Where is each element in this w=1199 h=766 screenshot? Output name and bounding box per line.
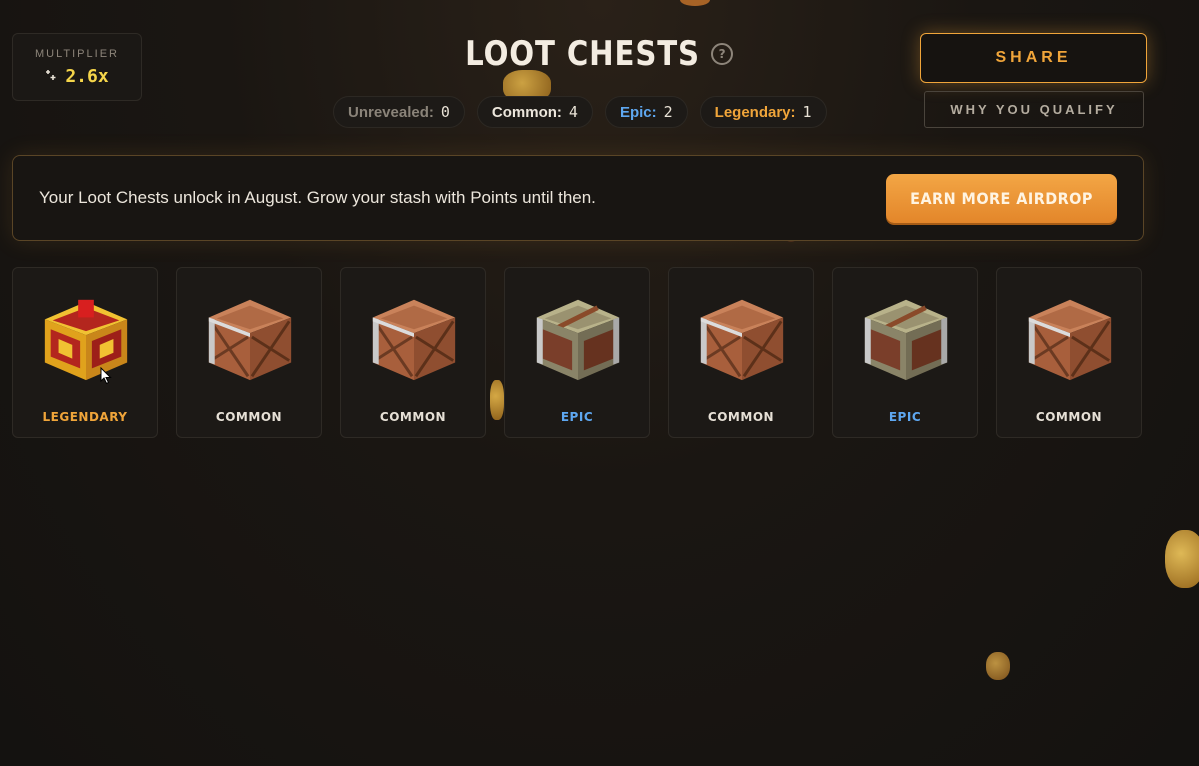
page-title: LOOT CHESTS bbox=[465, 34, 700, 74]
chest-card[interactable]: EPIC bbox=[832, 267, 978, 438]
common-chest-icon bbox=[700, 299, 784, 381]
chest-counts: Unrevealed: 0 Common: 4 Epic: 2 Legendar… bbox=[333, 96, 827, 128]
count-legendary: Legendary: 1 bbox=[699, 96, 827, 128]
chest-card[interactable]: COMMON bbox=[668, 267, 814, 438]
chest-rarity-label: COMMON bbox=[707, 410, 775, 424]
coin-decoration bbox=[1165, 530, 1199, 588]
count-unrevealed: Unrevealed: 0 bbox=[333, 96, 465, 128]
chest-rarity-label: COMMON bbox=[379, 410, 447, 424]
earn-button-label: EARN MORE AIRDROP bbox=[910, 188, 1093, 208]
chest-rarity-label: EPIC bbox=[888, 410, 922, 424]
chest-card[interactable]: COMMON bbox=[176, 267, 322, 438]
chest-rarity-label: EPIC bbox=[560, 410, 594, 424]
banner-text: Your Loot Chests unlock in August. Grow … bbox=[39, 188, 596, 207]
count-common: Common: 4 bbox=[476, 96, 593, 128]
loot-chests-page: MULTIPLIER 2.6x LOOT CHESTS ? Unrevealed… bbox=[0, 0, 1199, 766]
common-chest-icon bbox=[1028, 299, 1112, 381]
chest-card[interactable]: EPIC bbox=[504, 267, 650, 438]
epic-chest-icon bbox=[864, 299, 948, 381]
epic-chest-icon bbox=[536, 299, 620, 381]
chest-card[interactable]: LEGENDARY bbox=[12, 267, 158, 438]
coin-decoration bbox=[986, 652, 1010, 680]
why-you-qualify-button[interactable]: WHY YOU QUALIFY bbox=[924, 91, 1144, 128]
unlock-banner: Your Loot Chests unlock in August. Grow … bbox=[12, 155, 1144, 241]
legendary-chest-icon bbox=[44, 299, 128, 381]
earn-more-airdrop-button[interactable]: EARN MORE AIRDROP bbox=[886, 173, 1117, 223]
common-chest-icon bbox=[372, 299, 456, 381]
chest-grid: LEGENDARY COMMON COMMON EPIC COMMON EPIC… bbox=[12, 267, 1142, 438]
share-button[interactable]: SHARE bbox=[920, 33, 1147, 83]
chest-rarity-label: COMMON bbox=[215, 410, 283, 424]
chest-card[interactable]: COMMON bbox=[996, 267, 1142, 438]
question-icon[interactable]: ? bbox=[711, 43, 734, 65]
count-epic: Epic: 2 bbox=[604, 96, 688, 128]
common-chest-icon bbox=[208, 299, 292, 381]
mouse-cursor-icon bbox=[100, 367, 112, 385]
chest-card[interactable]: COMMON bbox=[340, 267, 486, 438]
chest-rarity-label: COMMON bbox=[1035, 410, 1103, 424]
coin-decoration bbox=[680, 0, 710, 6]
chest-rarity-label: LEGENDARY bbox=[42, 410, 128, 424]
